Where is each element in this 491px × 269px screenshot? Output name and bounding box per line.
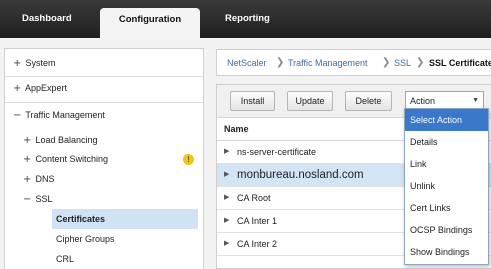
tree-item-label: DNS bbox=[35, 174, 55, 184]
tab-configuration[interactable]: Configuration bbox=[100, 8, 200, 39]
action-select-value: Action bbox=[410, 96, 436, 106]
tree-item-crl[interactable]: CRL bbox=[56, 249, 74, 269]
expand-arrow-icon[interactable]: ▶ bbox=[224, 187, 229, 209]
certificate-name: CA Inter 2 bbox=[237, 239, 278, 249]
tree-item-label: System bbox=[25, 58, 56, 68]
top-nav-bar: Dashboard Configuration Reporting bbox=[0, 0, 491, 39]
menu-item-cert-links[interactable]: Cert Links bbox=[405, 197, 488, 219]
plus-icon[interactable]: + bbox=[13, 79, 23, 99]
certificate-name: monbureau.nosland.com bbox=[237, 169, 364, 181]
warning-icon: ! bbox=[183, 154, 194, 165]
tree-item-label: Traffic Management bbox=[25, 110, 105, 120]
chevron-right-icon: ❯ bbox=[276, 57, 285, 68]
tree-item-content-switching[interactable]: + Content Switching bbox=[23, 149, 108, 169]
menu-item-ocsp-bindings[interactable]: OCSP Bindings bbox=[405, 219, 488, 241]
tree-item-label: AppExpert bbox=[25, 83, 68, 93]
chevron-right-icon: ❯ bbox=[416, 57, 425, 68]
divider bbox=[5, 76, 203, 77]
breadcrumb-ssl[interactable]: SSL bbox=[394, 58, 411, 68]
action-dropdown-menu: Select Action Details Link Unlink Cert L… bbox=[404, 108, 489, 265]
tab-reporting[interactable]: Reporting bbox=[225, 13, 270, 24]
expand-arrow-icon[interactable]: ▶ bbox=[224, 141, 229, 163]
tree-item-label: Load Balancing bbox=[35, 135, 98, 145]
menu-item-link[interactable]: Link bbox=[405, 153, 488, 175]
tab-dashboard[interactable]: Dashboard bbox=[22, 13, 72, 24]
certificate-name: ns-server-certificate bbox=[237, 147, 317, 157]
plus-icon[interactable]: + bbox=[13, 54, 23, 74]
expand-arrow-icon[interactable]: ▶ bbox=[224, 233, 229, 255]
tree-item-label: Content Switching bbox=[35, 154, 109, 164]
install-button[interactable]: Install bbox=[230, 91, 275, 111]
navigation-tree: + System + AppExpert − Traffic Managemen… bbox=[4, 48, 204, 269]
breadcrumb-netscaler[interactable]: NetScaler bbox=[227, 58, 267, 68]
menu-item-select-action[interactable]: Select Action bbox=[405, 109, 488, 131]
tree-item-appexpert[interactable]: + AppExpert bbox=[13, 78, 67, 98]
update-button[interactable]: Update bbox=[287, 91, 333, 111]
breadcrumb-current-page: SSL Certificate bbox=[429, 58, 491, 68]
plus-icon[interactable]: + bbox=[23, 150, 33, 170]
tree-item-traffic-management[interactable]: − Traffic Management bbox=[13, 105, 105, 125]
tree-item-ssl[interactable]: − SSL bbox=[23, 189, 53, 209]
plus-icon[interactable]: + bbox=[23, 170, 33, 190]
tree-item-load-balancing[interactable]: + Load Balancing bbox=[23, 130, 98, 150]
tree-item-system[interactable]: + System bbox=[13, 53, 56, 73]
tree-item-dns[interactable]: + DNS bbox=[23, 169, 55, 189]
expand-arrow-icon[interactable]: ▶ bbox=[224, 210, 229, 232]
menu-item-unlink[interactable]: Unlink bbox=[405, 175, 488, 197]
expand-arrow-icon[interactable]: ▶ bbox=[224, 164, 229, 186]
tree-item-label: SSL bbox=[35, 194, 53, 204]
certificate-name: CA Root bbox=[237, 193, 271, 203]
breadcrumb: NetScaler ❯ Traffic Management ❯ SSL ❯ S… bbox=[216, 49, 491, 76]
delete-button[interactable]: Delete bbox=[345, 91, 392, 111]
certificate-name: CA Inter 1 bbox=[237, 216, 278, 226]
divider bbox=[5, 102, 203, 103]
tree-item-cipher-groups[interactable]: Cipher Groups bbox=[56, 229, 115, 249]
tree-item-certificates[interactable]: Certificates bbox=[52, 209, 198, 229]
plus-icon[interactable]: + bbox=[23, 131, 33, 151]
chevron-right-icon: ❯ bbox=[382, 57, 391, 68]
breadcrumb-traffic-management[interactable]: Traffic Management bbox=[288, 58, 368, 68]
minus-icon[interactable]: − bbox=[13, 106, 23, 126]
menu-item-details[interactable]: Details bbox=[405, 131, 488, 153]
minus-icon[interactable]: − bbox=[23, 190, 33, 210]
menu-item-show-bindings[interactable]: Show Bindings bbox=[405, 241, 488, 263]
